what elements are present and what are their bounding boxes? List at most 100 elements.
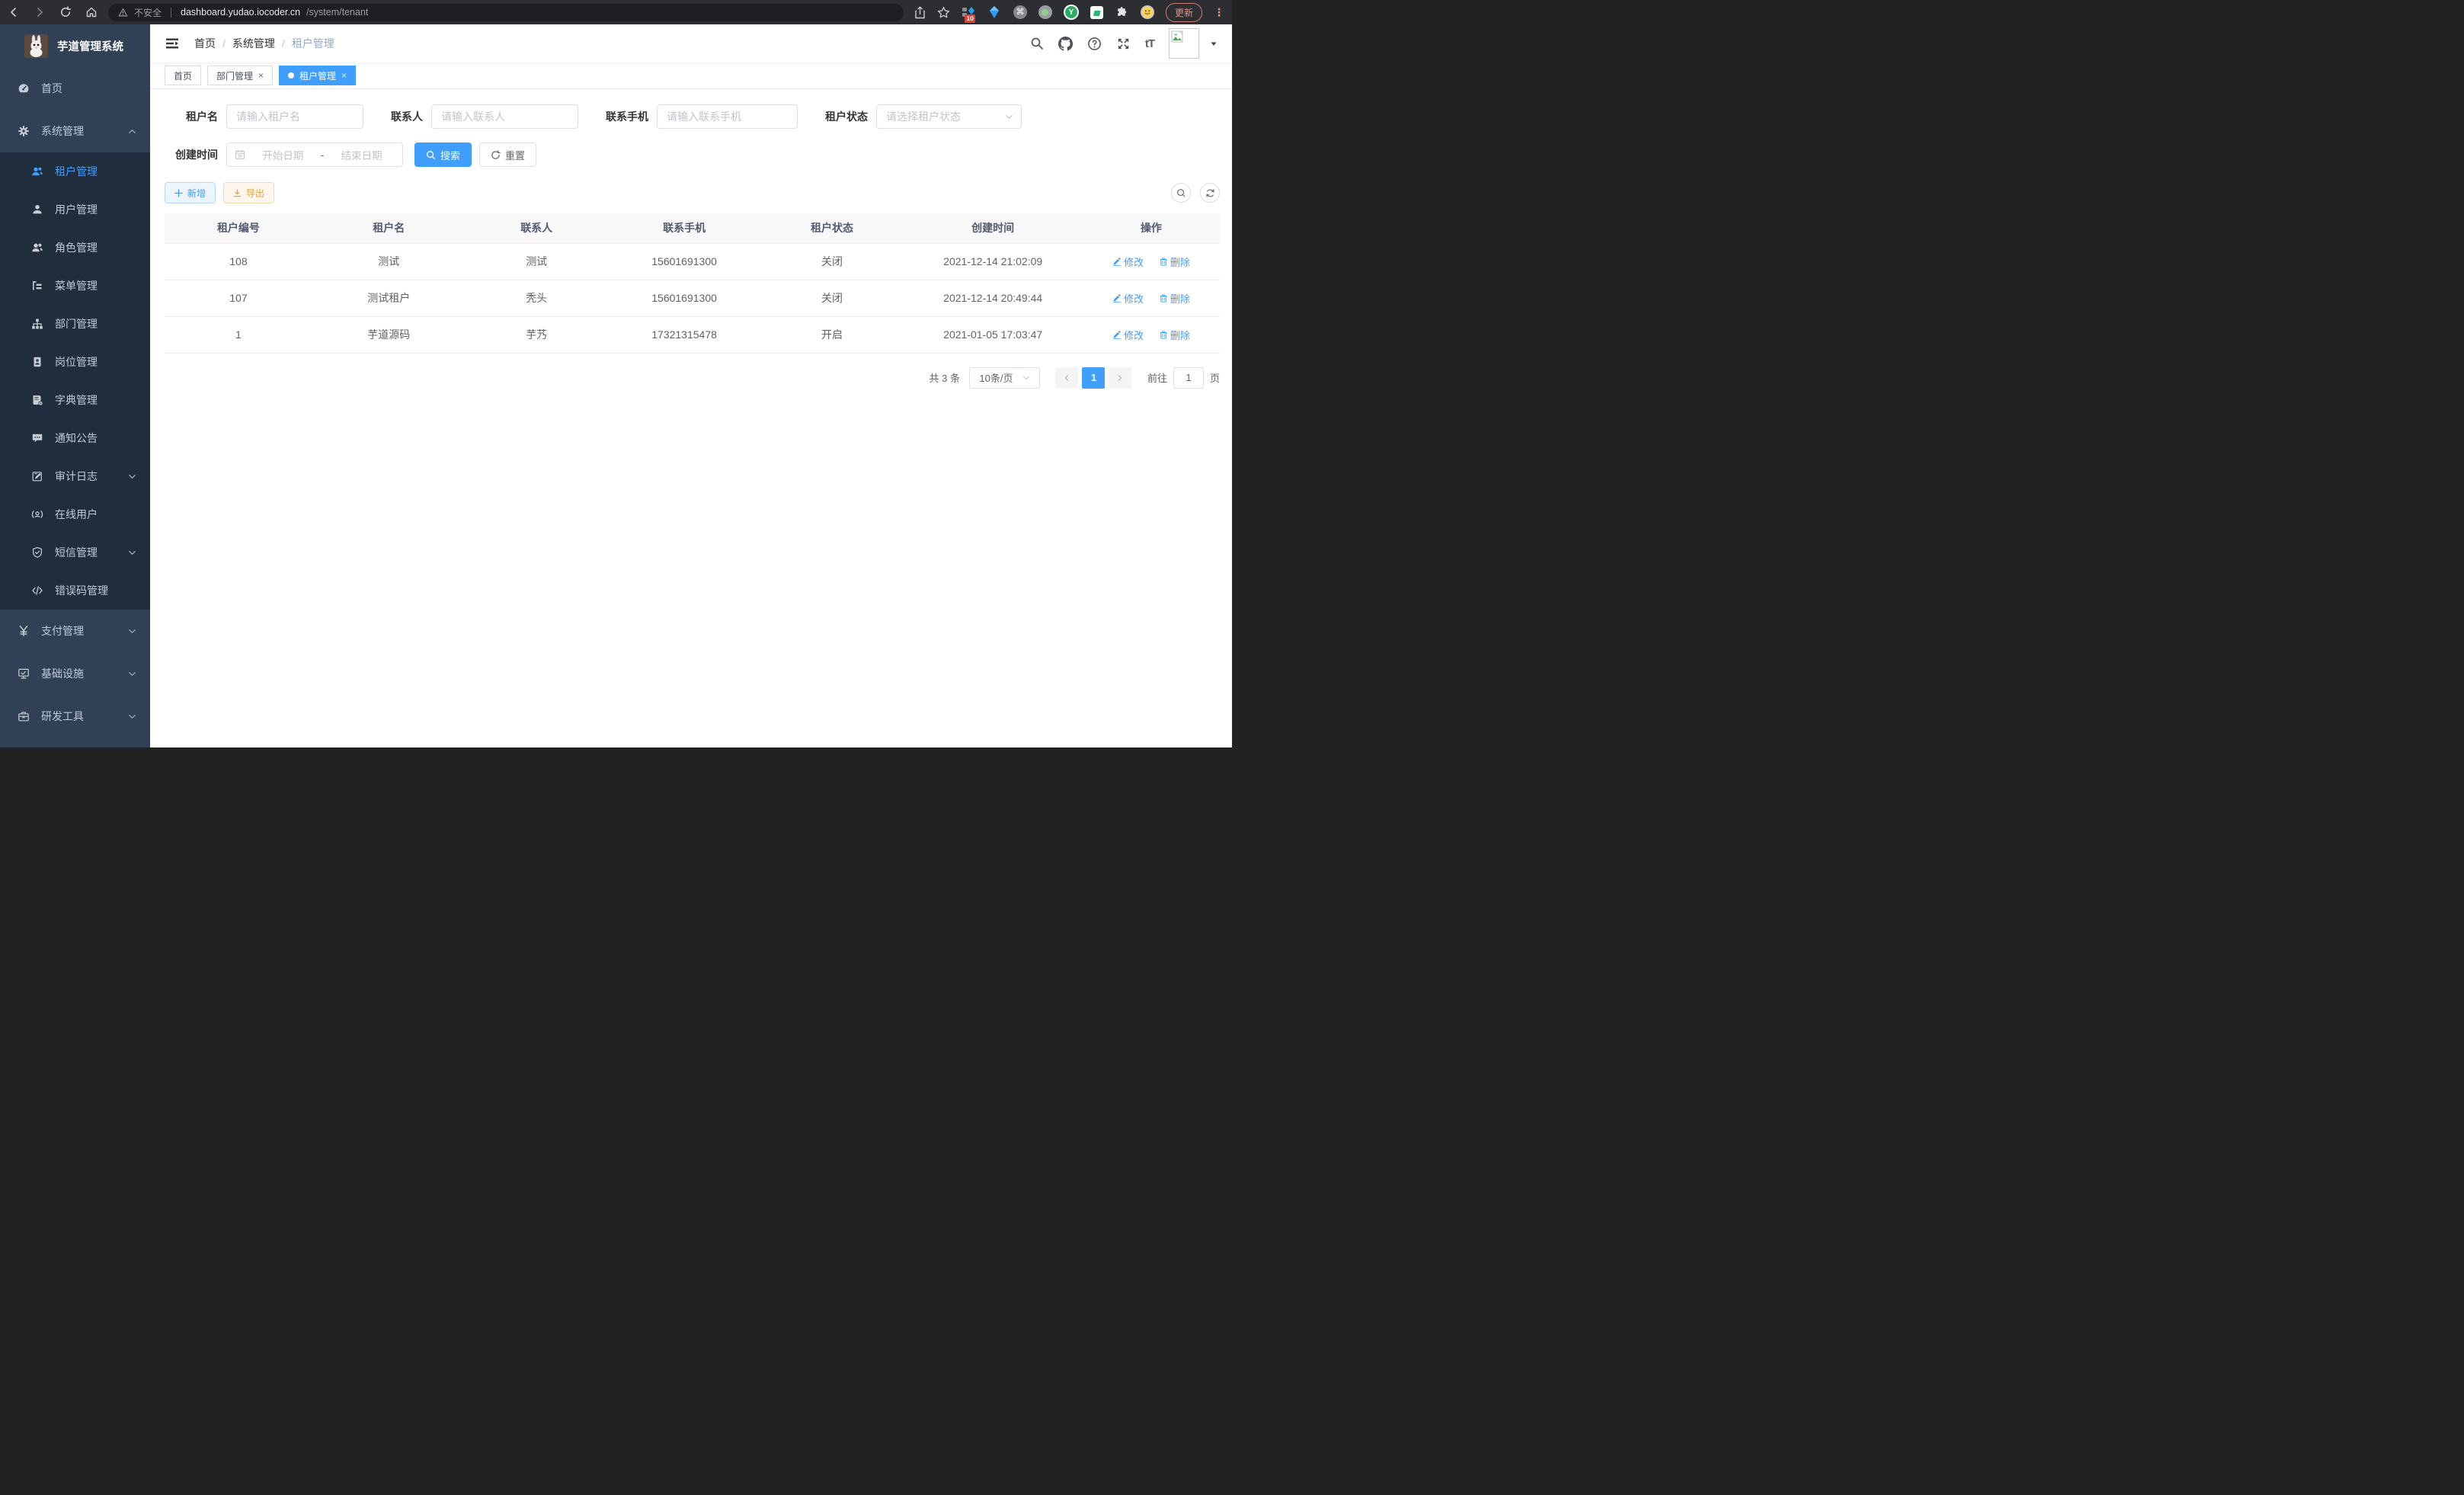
sidebar-item-home[interactable]: 首页 [0, 67, 150, 110]
avatar-caret-icon[interactable] [1209, 39, 1218, 48]
dictionary-icon [30, 394, 43, 407]
status-select[interactable]: 请选择租户状态 [876, 104, 1022, 129]
edit-link[interactable]: 修改 [1112, 291, 1144, 306]
breadcrumb-system[interactable]: 系统管理 [232, 36, 275, 51]
sidebar-item-role[interactable]: 角色管理 [0, 229, 150, 267]
page-number-1[interactable]: 1 [1082, 367, 1105, 389]
share-icon[interactable] [914, 6, 926, 19]
contact-input[interactable] [431, 104, 578, 129]
sidebar-item-audit-log[interactable]: 审计日志 [0, 457, 150, 495]
bookmark-star-icon[interactable] [937, 6, 950, 19]
sidebar-item-post[interactable]: 岗位管理 [0, 343, 150, 381]
extension-dot-icon[interactable] [1038, 5, 1052, 19]
header-search-icon[interactable] [1030, 37, 1044, 50]
not-secure-warning-icon [118, 8, 128, 18]
github-icon[interactable] [1058, 37, 1073, 51]
delete-link[interactable]: 删除 [1159, 328, 1190, 342]
sidebar-item-dict[interactable]: 字典管理 [0, 381, 150, 419]
chevron-down-icon [128, 472, 136, 481]
tab-close-icon[interactable]: × [258, 71, 264, 80]
sidebar-item-menu[interactable]: 菜单管理 [0, 267, 150, 305]
extension-command-icon[interactable]: ⌘ [1013, 5, 1027, 19]
chrome-update-button[interactable]: 更新 [1166, 3, 1202, 22]
extension-yuque-icon[interactable]: Y [1064, 5, 1079, 20]
breadcrumb-home[interactable]: 首页 [194, 36, 216, 51]
tab-dept[interactable]: 部门管理 × [207, 66, 273, 85]
table-row: 107 测试租户 秃头 15601691300 关闭 2021-12-14 20… [165, 280, 1220, 316]
delete-link[interactable]: 删除 [1159, 291, 1190, 306]
extension-emoji-icon[interactable] [1141, 5, 1154, 19]
sidebar-item-label: 部门管理 [55, 316, 98, 331]
avatar[interactable] [1169, 28, 1199, 59]
edit-link[interactable]: 修改 [1112, 255, 1144, 269]
edit-pencil-icon [1112, 257, 1122, 266]
help-icon[interactable] [1087, 37, 1102, 51]
sidebar-item-label: 支付管理 [41, 623, 84, 639]
sidebar-item-user[interactable]: 用户管理 [0, 190, 150, 229]
page-size-select[interactable]: 10条/页 [969, 367, 1040, 389]
sidebar-item-label: 研发工具 [41, 709, 84, 724]
chevron-down-icon [128, 627, 136, 635]
edit-link[interactable]: 修改 [1112, 328, 1144, 342]
font-size-icon[interactable]: tT [1145, 37, 1154, 50]
sidebar-item-tenant[interactable]: 租户管理 [0, 152, 150, 190]
browser-home-icon[interactable] [85, 6, 98, 18]
sidebar-item-notice[interactable]: 通知公告 [0, 419, 150, 457]
calendar-icon [235, 149, 245, 160]
tab-tenant[interactable]: 租户管理 × [279, 66, 356, 85]
chevron-up-icon [128, 127, 136, 136]
sidebar-item-pay[interactable]: 支付管理 [0, 610, 150, 652]
download-icon [233, 189, 242, 197]
refresh-table-button[interactable] [1200, 183, 1220, 203]
tab-close-icon[interactable]: × [341, 71, 347, 80]
prev-page-button[interactable] [1055, 367, 1078, 389]
browser-forward-icon[interactable] [34, 6, 46, 18]
browser-reload-icon[interactable] [59, 6, 72, 18]
sidebar-collapse-icon[interactable] [162, 33, 183, 54]
fullscreen-icon[interactable] [1116, 37, 1131, 51]
briefcase-icon [17, 710, 30, 723]
create-time-range-picker[interactable]: 开始日期 - 结束日期 [226, 142, 403, 167]
active-tab-dot [288, 72, 294, 78]
tenant-name-input[interactable] [226, 104, 363, 129]
extension-gem-icon[interactable] [987, 5, 1002, 20]
sidebar-item-sms[interactable]: 短信管理 [0, 533, 150, 571]
sidebar-item-dept[interactable]: 部门管理 [0, 305, 150, 343]
export-button[interactable]: 导出 [223, 182, 274, 203]
search-button[interactable]: 搜索 [414, 142, 472, 167]
status-text: 开启 [760, 316, 903, 353]
search-icon [1176, 188, 1186, 198]
search-icon [426, 150, 436, 160]
reset-button[interactable]: 重置 [479, 142, 536, 167]
sidebar-item-label: 系统管理 [41, 123, 84, 139]
browser-menu-icon[interactable]: ⋮ [1214, 6, 1224, 19]
sidebar-item-online-users[interactable]: 在线用户 [0, 495, 150, 533]
extension-flag-icon[interactable] [1090, 6, 1103, 19]
contact-label: 联系人 [386, 109, 423, 124]
add-button[interactable]: 新增 [165, 182, 216, 203]
sidebar-item-infra[interactable]: 基础设施 [0, 652, 150, 695]
online-user-icon [30, 508, 43, 521]
toggle-search-button[interactable] [1171, 183, 1191, 203]
security-label: 不安全 [134, 6, 162, 19]
tab-home[interactable]: 首页 [165, 66, 201, 85]
extensions-puzzle-icon[interactable] [1115, 5, 1129, 20]
delete-link[interactable]: 删除 [1159, 255, 1190, 269]
tenant-name-label: 租户名 [165, 109, 218, 124]
table-row: 108 测试 测试 15601691300 关闭 2021-12-14 21:0… [165, 243, 1220, 280]
goto-page-input[interactable] [1173, 367, 1204, 389]
mobile-input[interactable] [657, 104, 798, 129]
sidebar-item-system[interactable]: 系统管理 [0, 110, 150, 152]
url-host: dashboard.yudao.iocoder.cn [181, 7, 300, 18]
browser-back-icon[interactable] [8, 6, 20, 18]
extension-tabs-icon[interactable]: 10 [962, 5, 976, 20]
app-logo[interactable]: 芋道管理系统 [0, 24, 150, 67]
url-bar[interactable]: 不安全 dashboard.yudao.iocoder.cn/system/te… [108, 4, 904, 21]
next-page-button[interactable] [1109, 367, 1131, 389]
menu-tree-icon [30, 280, 43, 293]
sidebar-item-error-code[interactable]: 错误码管理 [0, 571, 150, 610]
sidebar-item-dev-tools[interactable]: 研发工具 [0, 695, 150, 738]
log-edit-icon [30, 470, 43, 483]
shield-check-icon [30, 546, 43, 559]
col-created: 创建时间 [903, 213, 1082, 243]
